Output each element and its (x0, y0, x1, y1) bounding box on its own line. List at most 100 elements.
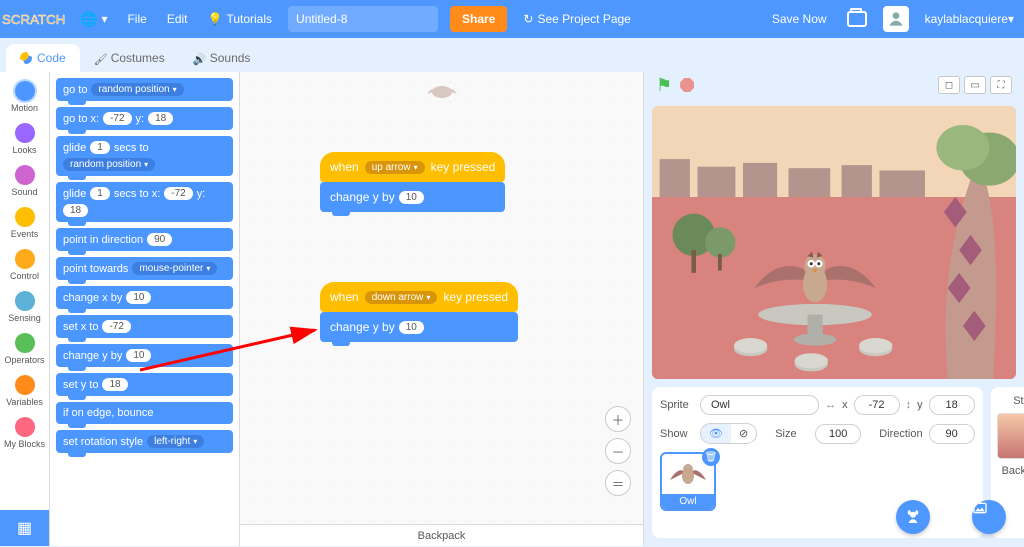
category-events[interactable]: Events (0, 202, 49, 244)
block-if-edge-bounce[interactable]: if on edge, bounce (56, 402, 233, 424)
block-set-x[interactable]: set x to-72 (56, 315, 233, 338)
input-amount[interactable]: 10 (399, 191, 424, 204)
block-glide-random[interactable]: glide1secs torandom position (56, 136, 233, 176)
block-text: when (330, 290, 359, 304)
zoom-controls: ＋ － ＝ (605, 406, 631, 496)
workspace[interactable]: whenup arrowkey pressed change y by 10 wh… (240, 72, 644, 546)
globe-icon: 🌐 (80, 11, 97, 28)
tab-costumes[interactable]: Costumes (80, 44, 179, 72)
small-stage-button[interactable]: ◻ (938, 76, 960, 94)
category-label: Sound (11, 187, 37, 197)
sprite-watermark-icon (417, 80, 467, 104)
zoom-in-button[interactable]: ＋ (605, 406, 631, 432)
language-menu[interactable]: 🌐▾ (70, 0, 117, 38)
category-operators[interactable]: Operators (0, 328, 49, 370)
stop-icon[interactable] (680, 78, 694, 92)
file-menu[interactable]: File (117, 0, 156, 38)
dropdown-random-position[interactable]: random position (63, 158, 155, 171)
sprite-tile-owl[interactable]: 🗑 Owl (660, 452, 716, 511)
dropdown-rotation-style[interactable]: left-right (147, 435, 204, 448)
project-title-input[interactable] (288, 6, 438, 32)
category-variables[interactable]: Variables (0, 370, 49, 412)
input-secs[interactable]: 1 (90, 141, 110, 154)
block-set-rotation-style[interactable]: set rotation styleleft-right (56, 430, 233, 453)
sprite-direction-input[interactable]: 90 (929, 424, 975, 444)
sprite-x-input[interactable]: -72 (854, 395, 900, 415)
category-sensing[interactable]: Sensing (0, 286, 49, 328)
block-point-towards[interactable]: point towardsmouse-pointer (56, 257, 233, 280)
dropdown-mouse-pointer[interactable]: mouse-pointer (132, 262, 217, 275)
category-motion[interactable]: Motion (0, 76, 49, 118)
block-when-key-pressed[interactable]: whenup arrowkey pressed (320, 152, 505, 182)
sprite-name-input[interactable]: Owl (700, 395, 819, 415)
input-y[interactable]: 18 (63, 204, 88, 217)
fullscreen-button[interactable]: ⛶ (990, 76, 1012, 94)
block-change-y[interactable]: change y by10 (56, 344, 233, 367)
share-button[interactable]: Share (450, 6, 507, 32)
input-x[interactable]: -72 (164, 187, 192, 200)
block-glide-xy[interactable]: glide1secs to x:-72y:18 (56, 182, 233, 222)
add-backdrop-button[interactable] (972, 500, 1006, 534)
category-myblocks[interactable]: My Blocks (0, 412, 49, 454)
sprite-size-input[interactable]: 100 (815, 424, 861, 444)
delete-sprite-icon[interactable]: 🗑 (702, 448, 720, 466)
x-label: x (842, 399, 848, 411)
block-goto-xy[interactable]: go to x:-72y:18 (56, 107, 233, 130)
input-x[interactable]: -72 (102, 320, 130, 333)
sprite-y-input[interactable]: 18 (929, 395, 975, 415)
looks-dot-icon (15, 123, 35, 143)
dropdown-random-position[interactable]: random position (91, 83, 183, 96)
category-label: Variables (6, 397, 43, 407)
block-palette[interactable]: go torandom position go to x:-72y:18 gli… (50, 72, 240, 546)
edit-menu[interactable]: Edit (157, 0, 198, 38)
events-dot-icon (15, 207, 35, 227)
see-project-page-button[interactable]: ↻See Project Page (513, 0, 640, 38)
zoom-out-button[interactable]: － (605, 438, 631, 464)
account-menu[interactable]: kaylablacquiere ▾ (915, 0, 1024, 38)
block-text: go to (63, 84, 87, 96)
block-change-x[interactable]: change x by10 (56, 286, 233, 309)
category-sound[interactable]: Sound (0, 160, 49, 202)
block-category-list: Motion Looks Sound Events Control Sensin… (0, 72, 50, 546)
category-looks[interactable]: Looks (0, 118, 49, 160)
add-extension-button[interactable]: ▦ (0, 510, 49, 546)
block-goto-random[interactable]: go to random position (56, 78, 233, 101)
backpack-header[interactable]: Backpack (240, 524, 643, 546)
dropdown-key-down[interactable]: down arrow (365, 291, 438, 304)
save-now-button[interactable]: Save Now (762, 0, 837, 38)
tab-code[interactable]: Code (6, 44, 80, 72)
green-flag-icon[interactable]: ⚑ (656, 75, 672, 96)
stage-canvas[interactable] (652, 106, 1016, 379)
tutorials-button[interactable]: 💡Tutorials (198, 0, 283, 38)
scratch-logo[interactable]: SCRATCH (0, 0, 70, 38)
input-y[interactable]: 18 (102, 378, 127, 391)
block-text: change y by (330, 190, 395, 204)
block-point-direction[interactable]: point in direction90 (56, 228, 233, 251)
block-text: go to x: (63, 113, 99, 125)
input-secs[interactable]: 1 (90, 187, 110, 200)
backdrops-label: Backdrops (1002, 465, 1024, 477)
zoom-reset-button[interactable]: ＝ (605, 470, 631, 496)
input-x[interactable]: -72 (103, 112, 131, 125)
block-change-y[interactable]: change y by 10 (320, 182, 505, 212)
input-y[interactable]: 18 (148, 112, 173, 125)
eye-open-icon: 👁 (701, 424, 731, 443)
add-sprite-button[interactable] (896, 500, 930, 534)
user-avatar[interactable] (883, 6, 909, 32)
block-set-y[interactable]: set y to18 (56, 373, 233, 396)
workspace-canvas[interactable]: whenup arrowkey pressed change y by 10 wh… (240, 72, 643, 546)
input-amount[interactable]: 10 (126, 291, 151, 304)
large-stage-button[interactable]: ▭ (964, 76, 986, 94)
block-change-y[interactable]: change y by10 (320, 312, 518, 342)
input-amount[interactable]: 10 (126, 349, 151, 362)
category-control[interactable]: Control (0, 244, 49, 286)
mystuff-icon[interactable] (847, 11, 867, 27)
block-when-key-pressed[interactable]: whendown arrowkey pressed (320, 282, 518, 312)
dropdown-key-up[interactable]: up arrow (365, 161, 425, 174)
script-stack-down[interactable]: whendown arrowkey pressed change y by10 (320, 282, 518, 342)
input-direction[interactable]: 90 (147, 233, 172, 246)
input-amount[interactable]: 10 (399, 321, 424, 334)
script-stack-up[interactable]: whenup arrowkey pressed change y by 10 (320, 152, 505, 212)
visibility-toggle[interactable]: 👁⊘ (700, 423, 757, 444)
tab-sounds[interactable]: Sounds (179, 44, 265, 72)
